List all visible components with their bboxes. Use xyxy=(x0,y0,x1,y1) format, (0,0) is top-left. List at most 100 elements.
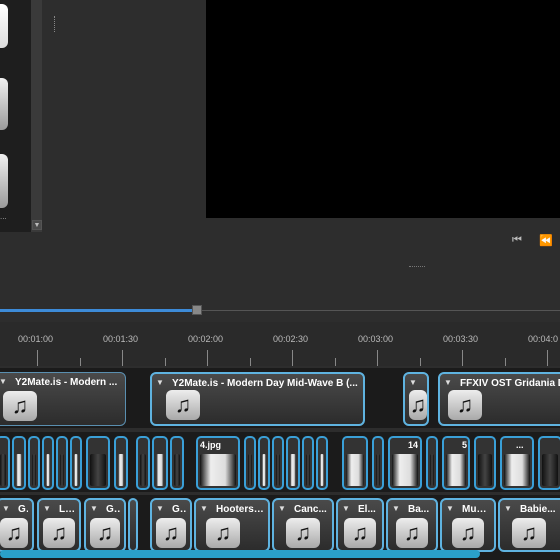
image-clip[interactable] xyxy=(136,436,150,490)
audio-clip[interactable]: ▼ FFXIV OST Gridania D ♫ xyxy=(438,372,560,426)
image-clip-label: 14 xyxy=(408,440,419,450)
jump-to-start-icon[interactable]: ⏮ xyxy=(508,233,526,247)
clip-menu-icon[interactable]: ▼ xyxy=(156,504,164,513)
ruler-minor-tick xyxy=(505,358,506,366)
clip-menu-icon[interactable]: ▼ xyxy=(156,378,164,387)
audio-clip[interactable]: ▼ Y2Mate.is - Modern Day Mid-Wave B (...… xyxy=(150,372,365,426)
image-clip[interactable] xyxy=(286,436,300,490)
image-clip[interactable] xyxy=(538,436,560,490)
clip-menu-icon[interactable]: ▼ xyxy=(446,504,454,513)
audio-clip[interactable]: ▼ ♫ xyxy=(403,372,429,426)
file-list[interactable]: ... xyxy=(0,0,31,232)
image-clip[interactable] xyxy=(272,436,284,490)
audio-clip[interactable]: ▼ Babie... ♫ xyxy=(498,498,560,552)
clip-title: Hooters.... xyxy=(216,504,264,515)
music-note-icon: ♫ xyxy=(43,518,75,548)
image-clip-label: 4.jpg xyxy=(200,440,222,450)
ruler-major-tick xyxy=(207,350,208,366)
file-thumbnail[interactable] xyxy=(0,4,8,48)
clip-title: G... xyxy=(172,504,186,515)
file-thumbnail[interactable] xyxy=(0,78,8,130)
image-clip[interactable] xyxy=(28,436,40,490)
music-note-icon: ♫ xyxy=(156,518,186,548)
clip-menu-icon[interactable]: ▼ xyxy=(200,504,208,513)
music-note-icon: ♫ xyxy=(452,518,484,548)
rewind-icon[interactable]: ⏪ xyxy=(537,233,555,247)
image-clip[interactable] xyxy=(70,436,82,490)
music-note-icon: ♫ xyxy=(448,390,482,420)
ruler-minor-tick xyxy=(165,358,166,366)
clip-menu-icon[interactable]: ▼ xyxy=(90,504,98,513)
image-clip[interactable] xyxy=(258,436,270,490)
audio-clip[interactable] xyxy=(128,498,138,552)
clip-menu-icon[interactable]: ▼ xyxy=(504,504,512,513)
ruler-time-label: 00:01:30 xyxy=(103,334,139,344)
clip-menu-icon[interactable]: ▼ xyxy=(444,378,452,387)
image-clip[interactable] xyxy=(0,436,10,490)
image-clip[interactable] xyxy=(316,436,328,490)
clip-title: Ba... xyxy=(408,504,430,515)
audio-clip[interactable]: ▼ G... ♫ xyxy=(0,498,34,552)
audio-clip[interactable]: ▼ G... ♫ xyxy=(84,498,126,552)
clip-title: El... xyxy=(358,504,376,515)
ruler-minor-tick xyxy=(80,358,81,366)
image-clip[interactable] xyxy=(12,436,26,490)
audio-clip[interactable]: ▼ Hooters.... ♫ xyxy=(194,498,270,552)
audio-clip[interactable]: ▼ Ba... ♫ xyxy=(386,498,438,552)
zoom-slider-track[interactable] xyxy=(200,310,560,311)
image-clip[interactable] xyxy=(372,436,384,490)
ruler-time-label: 00:03:30 xyxy=(443,334,479,344)
image-clip[interactable] xyxy=(170,436,184,490)
ruler-major-tick xyxy=(122,350,123,366)
clip-menu-icon[interactable]: ▼ xyxy=(342,504,350,513)
panel-splitter-handle[interactable] xyxy=(54,16,57,32)
image-clip[interactable]: 14 xyxy=(388,436,422,490)
image-clip[interactable] xyxy=(244,436,256,490)
file-label: ... xyxy=(0,212,7,221)
zoom-slider-fill[interactable] xyxy=(0,309,200,312)
file-thumbnail[interactable] xyxy=(0,154,8,208)
music-note-icon: ♫ xyxy=(206,518,240,548)
image-clip[interactable] xyxy=(342,436,368,490)
image-clip[interactable] xyxy=(114,436,128,490)
music-note-icon: ♫ xyxy=(344,518,376,548)
project-files-panel: ... ▼ xyxy=(0,0,42,232)
audio-clip[interactable]: ▼ G... ♫ xyxy=(150,498,192,552)
clip-menu-icon[interactable]: ▼ xyxy=(0,377,7,386)
horizontal-splitter-handle[interactable] xyxy=(409,266,425,268)
image-clip[interactable] xyxy=(302,436,314,490)
scroll-down-arrow-icon[interactable]: ▼ xyxy=(32,220,42,230)
ruler-minor-tick xyxy=(335,358,336,366)
audio-clip[interactable]: ▼ Muk... ♫ xyxy=(440,498,496,552)
ruler-major-tick xyxy=(547,350,548,366)
audio-clip[interactable]: ▼ Y2Mate.is - Modern ... ♫ xyxy=(0,372,126,426)
image-clip[interactable]: 4.jpg xyxy=(196,436,240,490)
audio-clip[interactable]: ▼ El... ♫ xyxy=(336,498,384,552)
clip-menu-icon[interactable]: ▼ xyxy=(43,504,51,513)
ruler-major-tick xyxy=(292,350,293,366)
image-clip[interactable]: ... xyxy=(500,436,534,490)
clip-menu-icon[interactable]: ▼ xyxy=(409,378,417,387)
image-clip[interactable]: 5 xyxy=(442,436,470,490)
audio-clip[interactable]: ▼ Canc... ♫ xyxy=(272,498,334,552)
ruler-time-label: 00:02:00 xyxy=(188,334,224,344)
clip-title: G... xyxy=(18,504,28,515)
ruler-minor-tick xyxy=(420,358,421,366)
music-note-icon: ♫ xyxy=(286,518,320,548)
ruler-time-label: 00:04:0 xyxy=(528,334,559,344)
audio-clip[interactable]: ▼ Lu... ♫ xyxy=(37,498,81,552)
ruler-minor-tick xyxy=(250,358,251,366)
image-clip[interactable] xyxy=(474,436,496,490)
image-clip[interactable] xyxy=(42,436,54,490)
zoom-slider-handle[interactable] xyxy=(192,305,202,315)
clip-menu-icon[interactable]: ▼ xyxy=(278,504,286,513)
image-clip[interactable] xyxy=(86,436,110,490)
timeline-horizontal-scrollbar[interactable] xyxy=(0,550,480,558)
image-clip[interactable] xyxy=(426,436,438,490)
image-clip[interactable] xyxy=(56,436,68,490)
clip-menu-icon[interactable]: ▼ xyxy=(2,504,10,513)
timeline-ruler[interactable]: 00:01:00 00:01:30 00:02:00 00:02:30 00:0… xyxy=(0,322,560,366)
image-clip[interactable] xyxy=(152,436,168,490)
clip-menu-icon[interactable]: ▼ xyxy=(392,504,400,513)
clip-title: Y2Mate.is - Modern ... xyxy=(15,377,118,388)
